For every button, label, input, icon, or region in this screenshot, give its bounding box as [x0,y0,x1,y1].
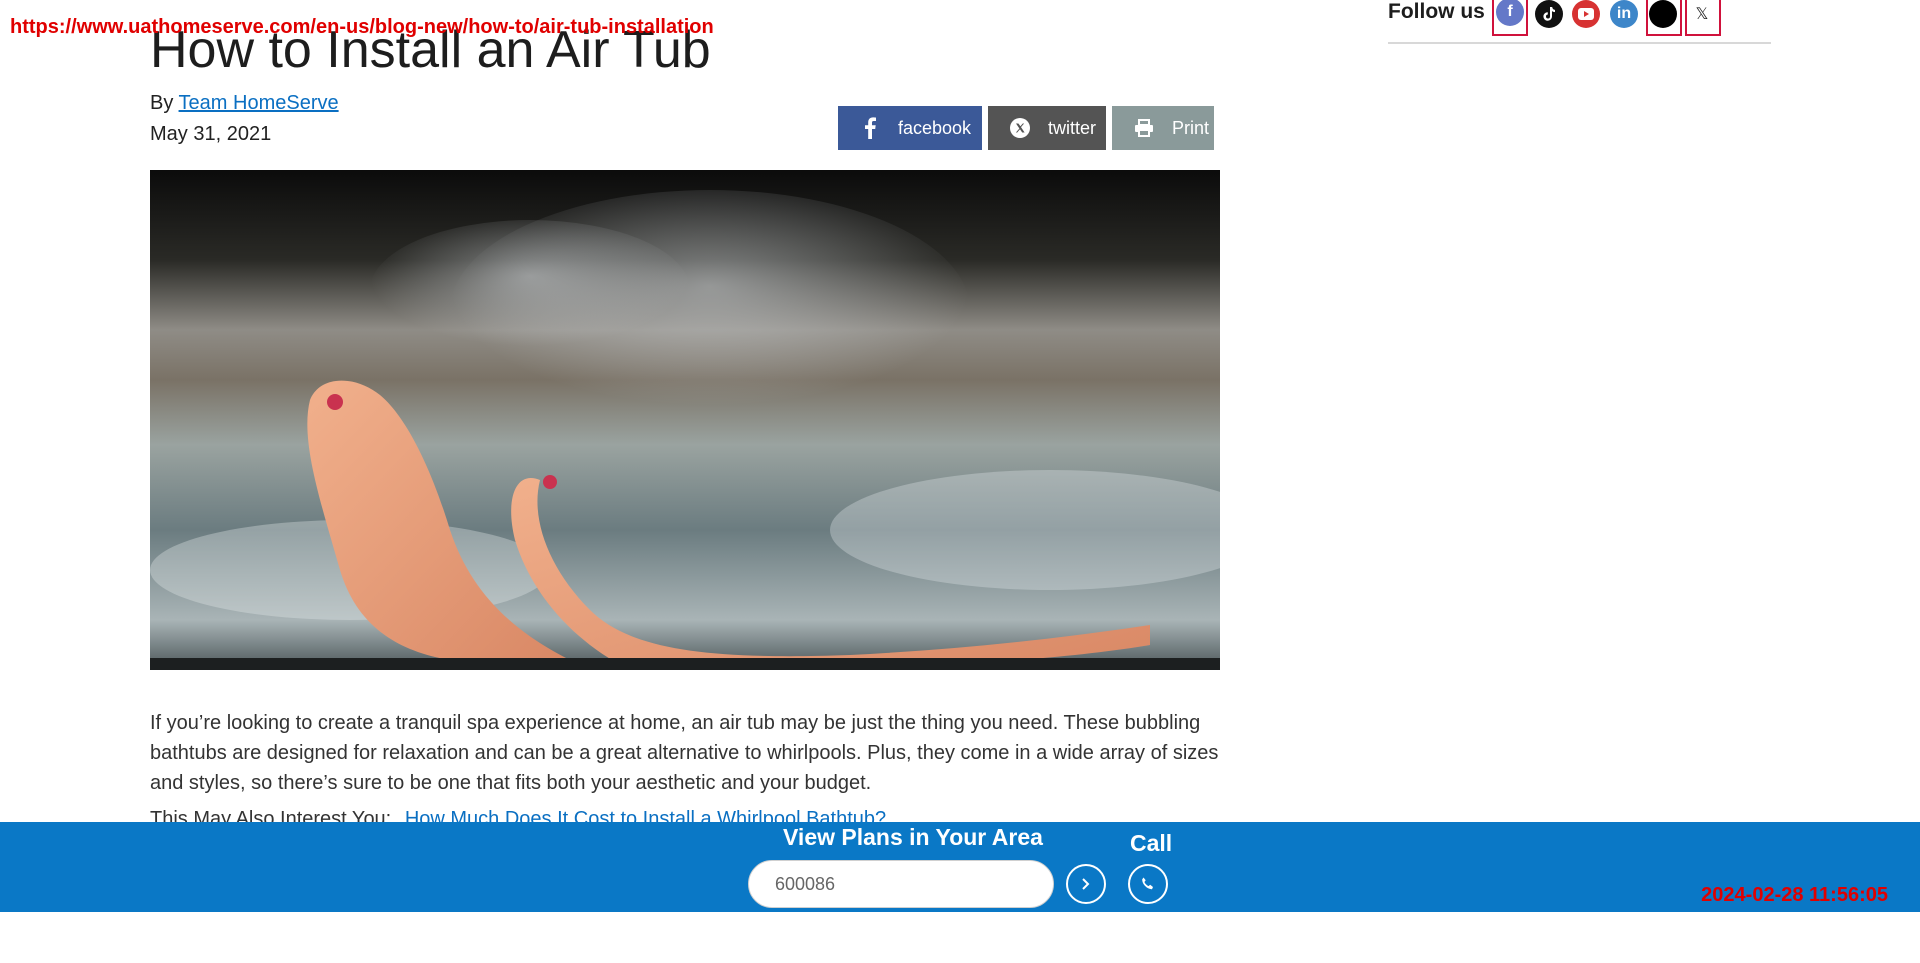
intro-paragraph: If you’re looking to create a tranquil s… [150,712,1219,794]
follow-us-bar: Follow us f in 𝕏 [1388,0,1771,44]
print-label: Print [1172,117,1210,138]
share-twitter-label: twitter [1048,117,1097,138]
zip-code-input[interactable] [748,860,1054,908]
timestamp-overlay: 2024-02-28 11:56:05 [1701,884,1888,906]
byline: By Team HomeServe [150,92,339,115]
threads-icon[interactable] [1649,0,1677,28]
chevron-right-icon [1082,878,1090,890]
share-twitter-button[interactable]: twitter [988,106,1106,150]
url-overlay: https://www.uathomeserve.com/en-us/blog-… [10,16,714,38]
printer-icon [1132,116,1156,140]
author-link[interactable]: Team HomeServe [179,92,339,114]
view-plans-title: View Plans in Your Area [783,824,1043,850]
x-icon[interactable]: 𝕏 [1688,0,1716,28]
call-button[interactable] [1128,864,1168,904]
submit-zip-button[interactable] [1066,864,1106,904]
follow-us-label: Follow us [1388,0,1485,23]
byline-prefix: By [150,92,174,114]
publish-date: May 31, 2021 [150,123,272,145]
share-facebook-label: facebook [898,117,972,138]
view-plans-bar: View Plans in Your Area Call [0,822,1920,912]
share-facebook-button[interactable]: facebook [838,106,982,150]
facebook-icon [858,116,882,140]
call-label: Call [1130,830,1173,856]
print-button[interactable]: Print [1112,106,1214,150]
phone-icon [1142,877,1153,890]
tiktok-icon[interactable] [1535,0,1563,28]
youtube-icon[interactable] [1572,0,1600,28]
hero-image [150,170,1220,670]
linkedin-icon[interactable]: in [1610,0,1638,28]
x-icon [1008,116,1032,140]
